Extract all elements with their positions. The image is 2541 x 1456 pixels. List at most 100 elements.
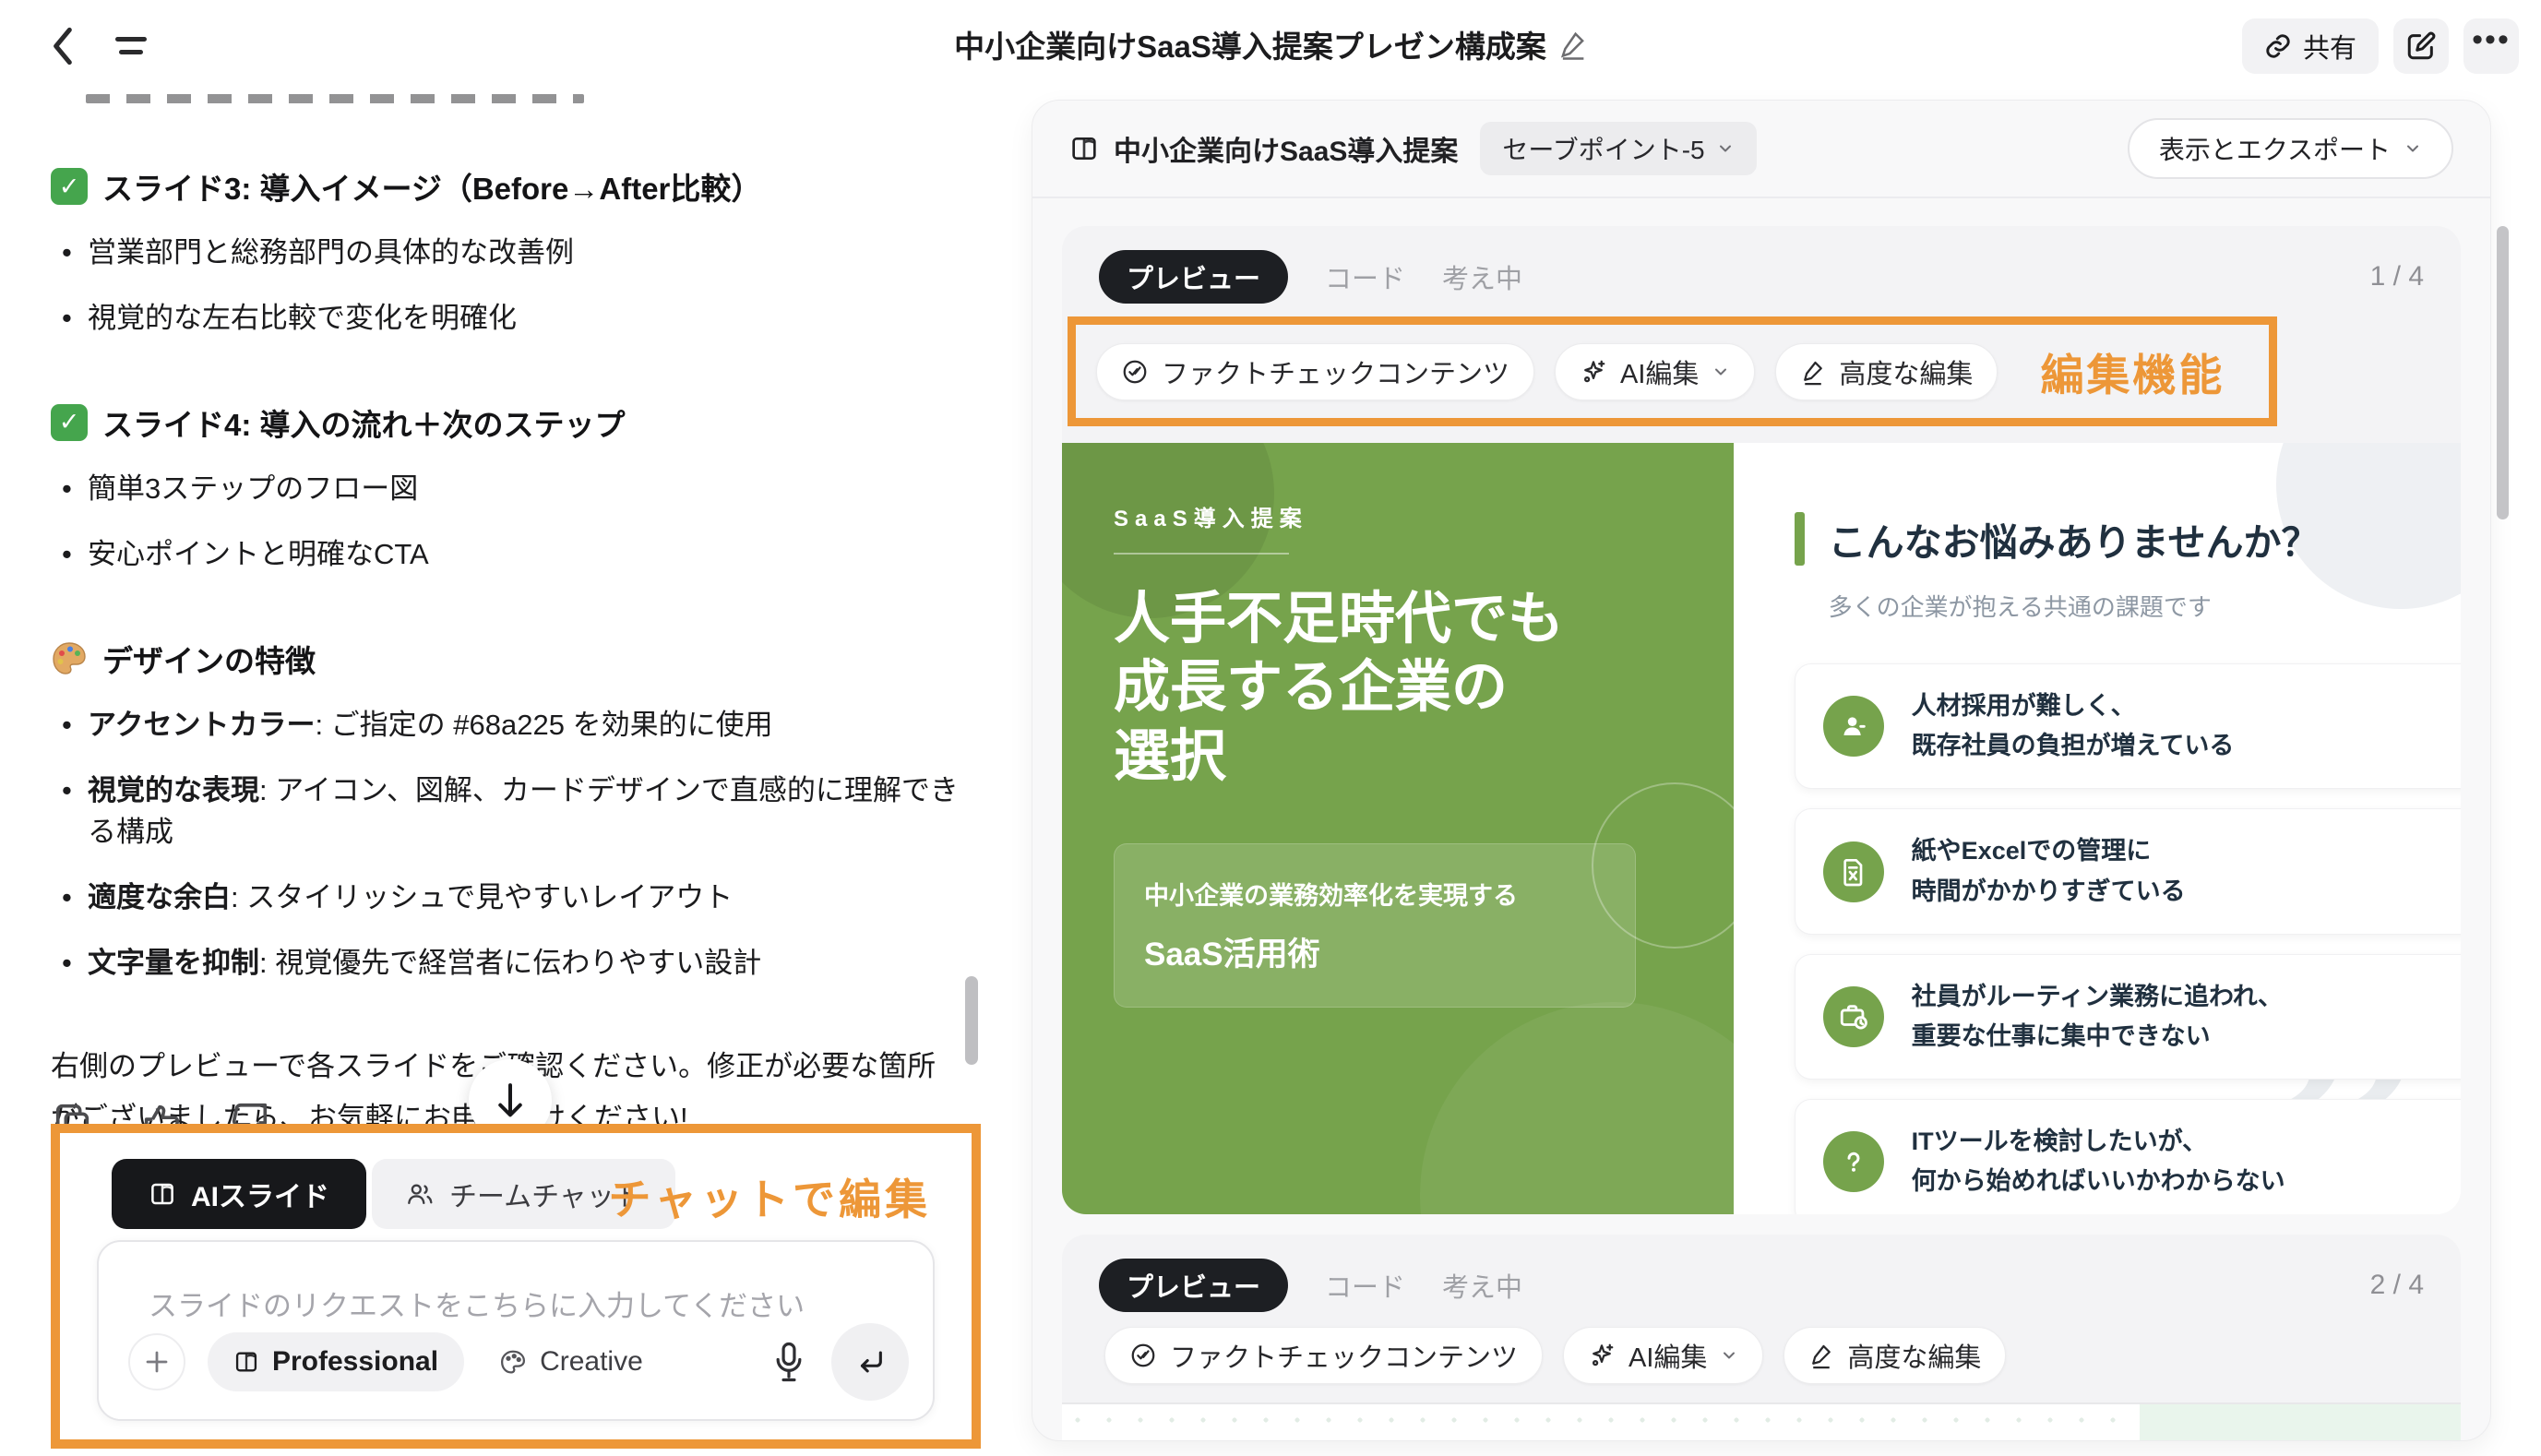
advanced-edit-button[interactable]: 高度な編集 [1783,1327,2006,1384]
rename-pencil-icon[interactable] [1559,29,1587,60]
palette-emoji-icon [51,640,88,677]
export-dropdown[interactable]: 表示とエクスポート [2128,118,2453,179]
slide1-preview[interactable]: SaaS導入提案 人手不足時代でも 成長する企業の 選択 中小企業の業務効率化を… [1062,443,2461,1214]
advanced-edit-button[interactable]: 高度な編集 [1775,343,1998,400]
voice-input-button[interactable] [769,1338,809,1386]
chat-tabs: AIスライド チームチャット [112,1159,675,1229]
savepoint-dropdown[interactable]: セーブポイント-5 [1480,122,1756,175]
chevron-down-icon [1716,139,1735,158]
slide3-heading: ✓ スライド3: 導入イメージ（Before→After比較） [51,164,948,209]
slide1-heading: こんなお悩みありませんか？ [1829,511,2320,567]
slides-icon [233,1349,259,1375]
slides-icon [149,1180,176,1208]
tab-code[interactable]: コード [1325,257,1405,296]
input-toolbar: Professional Creative [128,1323,909,1401]
tab-thinking[interactable]: 考え中 [1442,1266,1522,1305]
tab-thinking[interactable]: 考え中 [1442,257,1522,296]
slide2-edit-tools: ファクトチェックコンテンツ AI編集 高度な編集 [1062,1312,2461,1384]
top-bar: 中小企業向けSaaS導入提案プレゼン構成案 共有 ••• [0,0,2541,89]
edit-square-icon [2405,30,2437,62]
slide2-tabs: プレビュー コード 考え中 2 / 4 [1062,1235,2461,1312]
more-menu-button[interactable]: ••• [2463,18,2519,74]
bullet-item: 適度な余白: スタイリッシュで見やすいレイアウト [51,877,964,919]
person-icon [1823,696,1884,757]
slide1-page-indicator: 1 / 4 [2370,261,2424,292]
slide-card-1: プレビュー コード 考え中 1 / 4 ファクトチェックコンテンツ AI編集 [1062,226,2461,1214]
chevron-left-icon [49,26,77,66]
ai-edit-button[interactable]: AI編集 [1563,1327,1763,1384]
chevron-down-icon [2404,139,2422,158]
slide2-page-indicator: 2 / 4 [2370,1270,2424,1301]
ai-edit-button[interactable]: AI編集 [1555,343,1755,400]
factcheck-button[interactable]: ファクトチェックコンテンツ [1096,343,1534,400]
chat-input-annotation-box: AIスライド チームチャット チャットで編集 スライドのリクエストをこちらに入力… [51,1124,981,1449]
app-window: 中小企業向けSaaS導入提案プレゼン構成案 共有 ••• ✓ [0,0,2541,1456]
add-attachment-button[interactable] [128,1333,185,1390]
slide1-tag: SaaS導入提案 [1114,500,1734,532]
sparkle-icon [1588,1342,1616,1369]
slide-card-2: プレビュー コード 考え中 2 / 4 ファクトチェックコンテンツ AI編集 [1062,1235,2461,1441]
tab-ai-slides[interactable]: AIスライド [112,1159,366,1229]
check-emoji-icon: ✓ [51,404,88,441]
share-label: 共有 [2303,27,2356,66]
pain-point-cards: 人材採用が難しく、既存社員の負担が増えている 紙やExcelでの管理に時間がかか… [1795,663,2407,1214]
plus-icon [143,1348,171,1376]
tab-code[interactable]: コード [1325,1266,1405,1305]
slide1-subheading: 多くの企業が抱える共通の課題です [1829,589,2407,623]
send-button[interactable] [831,1323,909,1401]
slide1-subtitle-box: 中小企業の業務効率化を実現する SaaS活用術 [1114,843,1636,1008]
slide1-tabs: プレビュー コード 考え中 1 / 4 [1062,226,2461,304]
bullet-item: アクセントカラー: ご指定の #68a225 を効果的に使用 [51,705,964,746]
heading-accent-bar [1795,512,1805,566]
document-title-wrap: 中小企業向けSaaS導入提案プレゼン構成案 [954,22,1587,66]
presentation-card: 中小企業向けSaaS導入提案 セーブポイント-5 表示とエクスポート プレビュー… [1032,100,2491,1441]
question-icon [1823,1131,1884,1192]
tab-preview[interactable]: プレビュー [1099,1259,1288,1312]
topbar-actions: 共有 ••• [2242,18,2519,74]
chat-panel: ✓ スライド3: 導入イメージ（Before→After比較） 営業部門と総務部… [0,89,996,1456]
thumbs-up-icon[interactable] [140,1100,183,1126]
pain-card-3: 社員がルーティン業務に追われ、重要な仕事に集中できない [1795,954,2461,1080]
message-action-icons [52,1100,271,1126]
copy-icon[interactable] [52,1100,94,1126]
slide3-bullets: 営業部門と総務部門の具体的な改善例 視覚的な左右比較で変化を明確化 [51,233,948,340]
slide1-right-panel: ” こんなお悩みありませんか？ 多くの企業が抱える共通の課題です [1734,443,2461,1214]
slide2-green-panel [2140,1404,2461,1441]
chevron-down-icon [1720,1346,1738,1365]
briefcase-clock-icon [1823,986,1884,1047]
arrow-down-icon [495,1082,526,1119]
pencil-icon [1800,358,1826,386]
slide1-left-green-panel: SaaS導入提案 人手不足時代でも 成長する企業の 選択 中小企業の業務効率化を… [1062,443,1734,1214]
share-button[interactable]: 共有 [2242,18,2379,74]
ellipsis-icon: ••• [2472,40,2511,53]
chevron-down-icon [1712,363,1730,381]
thumbs-down-icon[interactable] [229,1100,271,1126]
preview-scrollbar[interactable] [2497,226,2509,519]
back-button[interactable] [42,26,83,66]
page-title: 中小企業向けSaaS導入提案プレゼン構成案 [954,22,1546,66]
chat-scrollbar[interactable] [965,976,978,1065]
sparkle-icon [1580,358,1607,386]
palette-icon [499,1348,527,1376]
factcheck-button[interactable]: ファクトチェックコンテンツ [1104,1327,1543,1384]
preview-panel: 中小企業向けSaaS導入提案 セーブポイント-5 表示とエクスポート プレビュー… [996,0,2541,1456]
bullet-item: 簡単3ステップのフロー図 [51,469,964,510]
edit-tools-annotation-box: ファクトチェックコンテンツ AI編集 高度な編集 編集機能 [1068,316,2277,426]
document-icon [1823,841,1884,902]
mode-professional-button[interactable]: Professional [208,1332,464,1391]
new-edit-button[interactable] [2393,18,2449,74]
design-heading: デザインの特徴 [51,637,948,681]
enter-arrow-icon [854,1346,886,1378]
presentation-title: 中小企業向けSaaS導入提案 [1069,128,1458,169]
slides-scroll-area: プレビュー コード 考え中 1 / 4 ファクトチェックコンテンツ AI編集 [1032,200,2490,1440]
edit-annotation-label: 編集機能 [2040,340,2225,403]
slide4-bullets: 簡単3ステップのフロー図 安心ポイントと明確なCTA [51,469,948,576]
tag-underline [1114,553,1289,555]
slide2-preview[interactable]: VALUE PROPOSITION [1062,1402,2461,1441]
slide-request-input[interactable]: スライドのリクエストをこちらに入力してください Professional Cre… [97,1240,935,1421]
bullet-item: 安心ポイントと明確なCTA [51,534,964,576]
tab-preview[interactable]: プレビュー [1099,250,1288,304]
mode-creative-button[interactable]: Creative [486,1346,656,1378]
slide4-heading: ✓ スライド4: 導入の流れ＋次のステップ [51,400,948,445]
sidebar-toggle-button[interactable] [111,26,151,66]
